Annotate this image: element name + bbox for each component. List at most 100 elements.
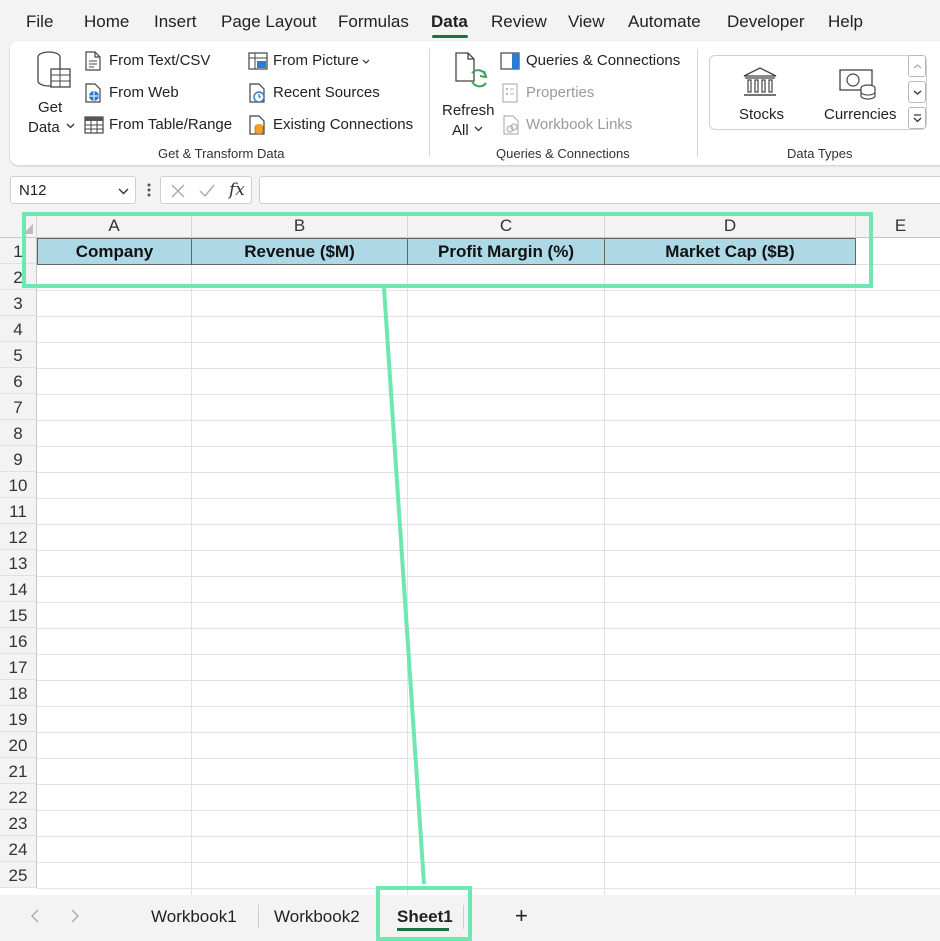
from-table-range-button[interactable]: From Table/Range xyxy=(84,115,244,137)
row-header[interactable]: 4 xyxy=(0,316,37,342)
properties-button[interactable]: Properties xyxy=(500,83,620,105)
row-header[interactable]: 25 xyxy=(0,862,37,888)
row-divider xyxy=(37,706,940,707)
existing-connections-icon xyxy=(249,115,265,135)
insert-function-button[interactable]: fx xyxy=(229,180,245,200)
row-header[interactable]: 22 xyxy=(0,784,37,810)
row-divider xyxy=(37,498,940,499)
column-divider xyxy=(191,238,192,895)
enter-check-icon[interactable] xyxy=(198,183,216,199)
menu-insert[interactable]: Insert xyxy=(154,12,197,32)
row-header[interactable]: 8 xyxy=(0,420,37,446)
row-header[interactable]: 21 xyxy=(0,758,37,784)
stocks-button[interactable]: Stocks xyxy=(724,64,796,124)
currencies-label: Currencies xyxy=(824,106,897,123)
expand-icon xyxy=(913,114,922,123)
column-divider xyxy=(407,238,408,895)
row-header[interactable]: 17 xyxy=(0,654,37,680)
row-divider xyxy=(37,836,940,837)
web-page-icon xyxy=(85,83,101,103)
row-header[interactable]: 14 xyxy=(0,576,37,602)
ribbon: Get Data From Text/CSV From Web From Tab… xyxy=(10,41,940,165)
row-divider xyxy=(37,524,940,525)
row-header[interactable]: 16 xyxy=(0,628,37,654)
existing-connections-button[interactable]: Existing Connections xyxy=(248,115,418,137)
group-separator xyxy=(429,49,430,157)
row-divider xyxy=(37,576,940,577)
menu-review[interactable]: Review xyxy=(491,12,547,32)
row-header[interactable]: 11 xyxy=(0,498,37,524)
menu-file[interactable]: File xyxy=(26,12,53,32)
formula-input[interactable] xyxy=(259,176,940,204)
refresh-label-1: Refresh xyxy=(442,102,495,119)
row-header[interactable]: 10 xyxy=(0,472,37,498)
menu-view[interactable]: View xyxy=(568,12,605,32)
row-header[interactable]: 12 xyxy=(0,524,37,550)
gallery-expand-button[interactable] xyxy=(908,107,926,129)
more-options-icon[interactable] xyxy=(146,182,152,198)
currencies-button[interactable]: Currencies xyxy=(818,64,904,124)
menu-page-layout[interactable]: Page Layout xyxy=(221,12,316,32)
add-sheet-button[interactable]: + xyxy=(515,903,528,929)
recent-sources-label: Recent Sources xyxy=(273,84,380,101)
row-divider xyxy=(37,784,940,785)
queries-group-label: Queries & Connections xyxy=(496,146,630,161)
tab-separator xyxy=(258,905,259,929)
row-header[interactable]: 6 xyxy=(0,368,37,394)
row-header[interactable]: 19 xyxy=(0,706,37,732)
row-header[interactable]: 7 xyxy=(0,394,37,420)
gallery-scroll-down[interactable] xyxy=(908,81,926,103)
menu-home[interactable]: Home xyxy=(84,12,129,32)
refresh-label-2: All xyxy=(452,122,469,139)
row-header[interactable]: 9 xyxy=(0,446,37,472)
row-divider xyxy=(37,732,940,733)
row-header[interactable]: 23 xyxy=(0,810,37,836)
queries-connections-label: Queries & Connections xyxy=(526,52,681,69)
row-divider xyxy=(37,654,940,655)
row-header[interactable]: 3 xyxy=(0,290,37,316)
row-divider xyxy=(37,758,940,759)
row-divider xyxy=(37,316,940,317)
from-picture-button[interactable]: From Picture xyxy=(248,51,378,73)
refresh-all-button[interactable]: Refresh All xyxy=(438,47,500,139)
sheet-tab-highlight xyxy=(376,886,472,941)
excel-window: File Home Insert Page Layout Formulas Da… xyxy=(0,0,940,941)
row-header[interactable]: 13 xyxy=(0,550,37,576)
chevron-right-icon[interactable] xyxy=(70,909,80,923)
from-text-csv-label: From Text/CSV xyxy=(109,52,211,69)
menu-formulas[interactable]: Formulas xyxy=(338,12,409,32)
from-web-button[interactable]: From Web xyxy=(84,83,234,105)
from-text-csv-button[interactable]: From Text/CSV xyxy=(84,51,234,73)
queries-pane-icon xyxy=(500,52,520,70)
row-header[interactable]: 20 xyxy=(0,732,37,758)
row-divider xyxy=(37,394,940,395)
name-box[interactable]: N12 xyxy=(10,176,136,204)
row-header[interactable]: 5 xyxy=(0,342,37,368)
chevron-left-icon[interactable] xyxy=(30,909,40,923)
workbook-links-icon xyxy=(503,115,519,135)
workbook-links-button[interactable]: Workbook Links xyxy=(500,115,650,137)
menu-help[interactable]: Help xyxy=(828,12,863,32)
recent-sources-button[interactable]: Recent Sources xyxy=(248,83,388,105)
queries-connections-button[interactable]: Queries & Connections xyxy=(500,51,690,73)
gallery-scroll-up[interactable] xyxy=(908,55,926,77)
row-divider xyxy=(37,680,940,681)
get-transform-group-label: Get & Transform Data xyxy=(158,146,285,161)
row-divider xyxy=(37,368,940,369)
row-header[interactable]: 24 xyxy=(0,836,37,862)
sheet-tab-workbook1[interactable]: Workbook1 xyxy=(151,907,237,927)
menu-data[interactable]: Data xyxy=(431,12,468,32)
sheet-tab-workbook2[interactable]: Workbook2 xyxy=(274,907,360,927)
menu-bar: File Home Insert Page Layout Formulas Da… xyxy=(0,0,940,44)
chevron-down-icon xyxy=(474,126,483,132)
row-header[interactable]: 15 xyxy=(0,602,37,628)
cancel-icon[interactable] xyxy=(170,183,186,199)
menu-automate[interactable]: Automate xyxy=(628,12,701,32)
text-file-icon xyxy=(85,51,101,71)
get-data-label-2: Data xyxy=(28,119,60,136)
get-data-button[interactable]: Get Data xyxy=(24,47,80,136)
menu-developer[interactable]: Developer xyxy=(727,12,805,32)
picture-table-icon xyxy=(248,52,268,70)
row-header[interactable]: 18 xyxy=(0,680,37,706)
row-divider xyxy=(37,550,940,551)
